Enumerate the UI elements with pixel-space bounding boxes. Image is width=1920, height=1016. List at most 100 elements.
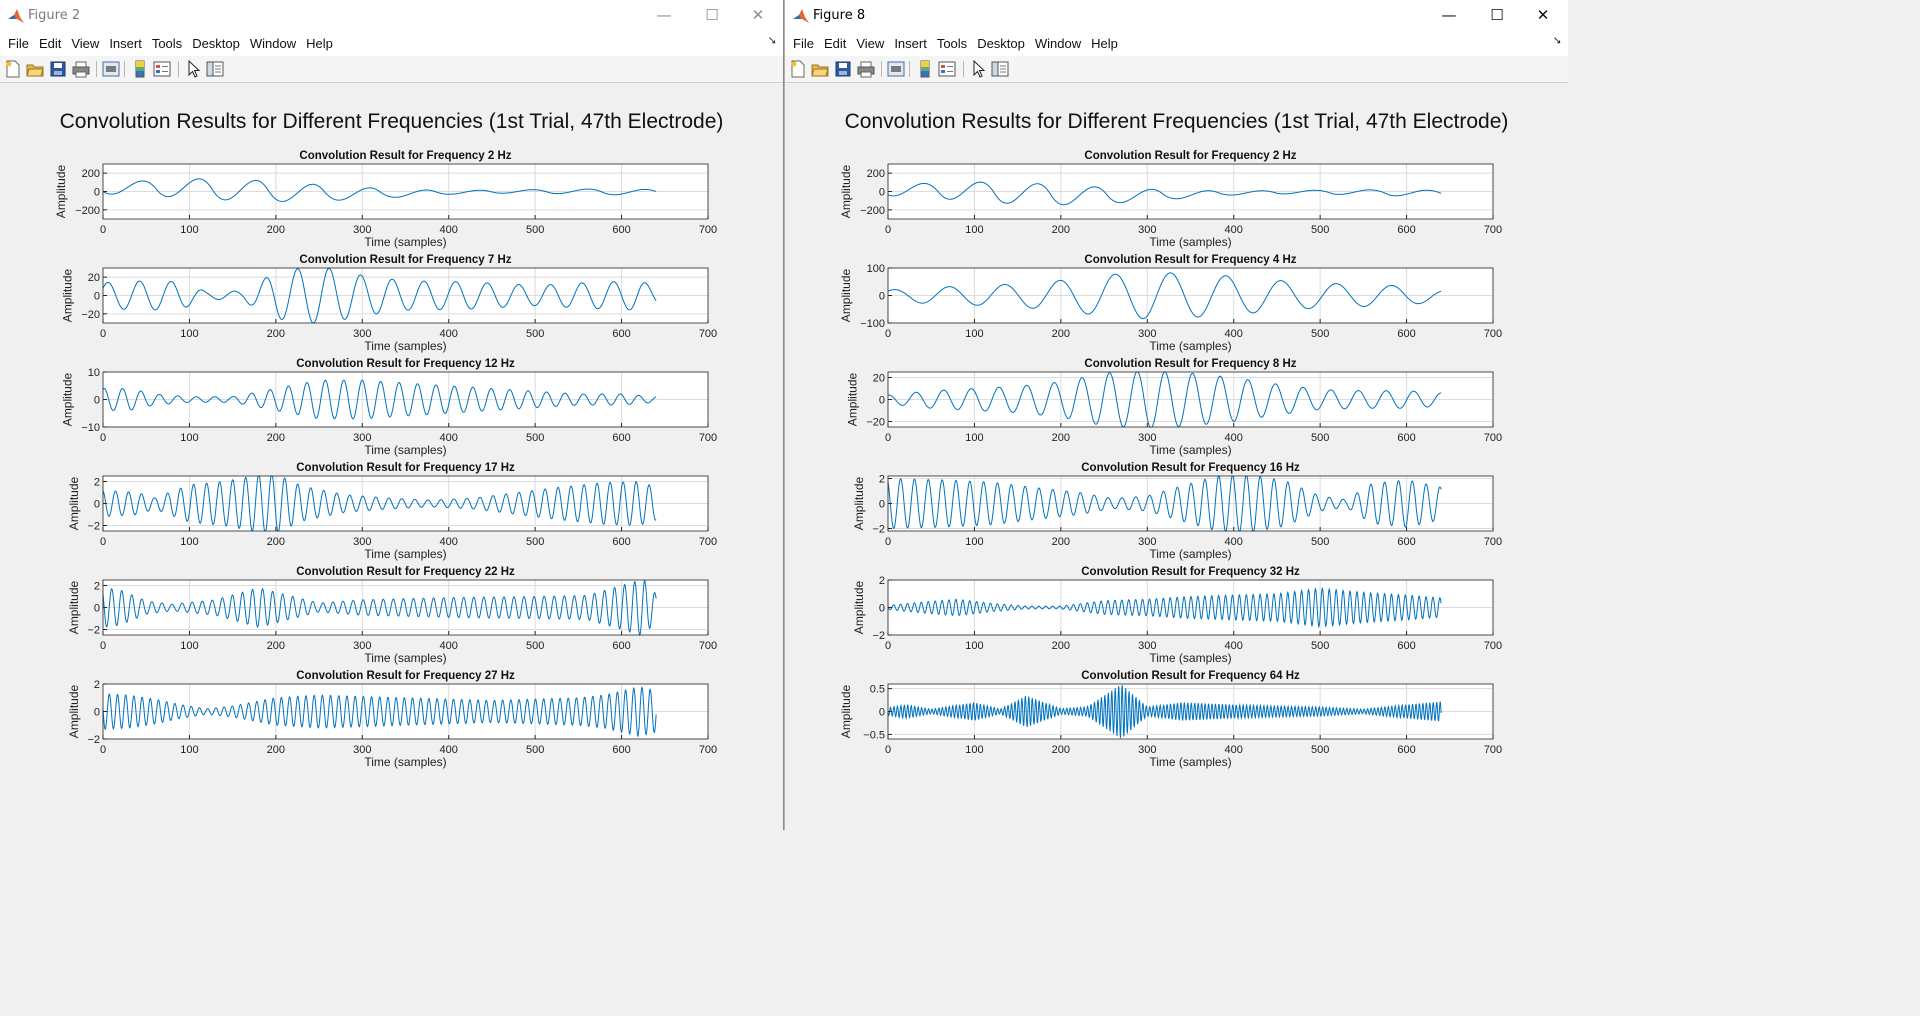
subplot-axes[interactable]: 0 100 200 300 400 500 600 700−202Convolution Re… [852,566,1502,665]
y-tick-label: −2 [872,524,885,536]
menu-edit[interactable]: Edit [34,32,66,56]
minimize-button[interactable]: — [641,0,687,32]
x-tick-label: 200 [1052,224,1070,236]
subplot-axes[interactable]: 0 100 200 300 400 500 600 700−202Convolution Re… [67,670,717,769]
pointer-icon[interactable] [185,60,203,78]
x-tick-label: 200 [1052,640,1070,652]
subplot-axes[interactable]: 0 100 200 300 400 500 600 700−202Convolution Re… [67,462,717,561]
legend-icon[interactable] [153,60,171,78]
title-bar[interactable]: Figure 2 — ☐ ✕ [0,0,783,32]
menu-insert[interactable]: Insert [889,32,932,56]
subplot-axes[interactable]: 0 100 200 300 400 500 600 700−0.500.5Convolutio… [839,670,1502,769]
x-tick-label: 600 [612,328,630,340]
x-tick-label: 500 [1311,224,1329,236]
y-tick-label: −2 [872,630,885,642]
toolbar-separator [881,61,882,77]
y-axis-label: Amplitude [67,581,81,635]
y-tick-label: 2 [879,575,885,587]
title-bar[interactable]: Figure 8 — ☐ ✕ [785,0,1568,32]
x-axis-label: Time (samples) [364,235,446,249]
legend-icon[interactable] [938,60,956,78]
y-axis-label: Amplitude [67,477,81,531]
x-tick-label: 700 [1484,328,1502,340]
x-tick-label: 700 [699,536,717,548]
x-tick-label: 500 [526,536,544,548]
new-figure-icon[interactable] [4,60,22,78]
x-tick-label: 100 [180,328,198,340]
figure-window-8[interactable]: Figure 8 — ☐ ✕ File Edit View Insert Tools De… [784,0,1568,830]
dock-figure-icon[interactable]: ➘ [768,34,777,47]
print-preview-icon[interactable] [887,60,905,78]
subplot-axes[interactable]: 0 100 200 300 400 500 600 700−1000100Convolutio… [839,254,1502,353]
colorbar-icon[interactable] [131,60,149,78]
save-icon[interactable] [834,60,852,78]
print-icon[interactable] [72,60,90,78]
subplot-axes[interactable]: 0 100 200 300 400 500 600 700−2000200Convolutio… [54,150,717,249]
maximize-button[interactable]: ☐ [1474,0,1520,32]
menu-edit[interactable]: Edit [819,32,851,56]
property-editor-icon[interactable] [206,60,224,78]
menu-file[interactable]: File [3,32,34,56]
y-tick-label: −0.5 [863,729,885,741]
property-editor-icon[interactable] [991,60,1009,78]
figure-window-2[interactable]: Figure 2 — ☐ ✕ File Edit View Insert Tools De… [0,0,784,830]
x-tick-label: 200 [267,744,285,756]
new-figure-icon[interactable] [789,60,807,78]
x-tick-label: 700 [1484,536,1502,548]
x-tick-label: 700 [699,328,717,340]
x-tick-label: 100 [180,432,198,444]
subplot-axes[interactable]: 0 100 200 300 400 500 600 700−20020Convolution … [61,254,718,353]
x-tick-label: 100 [180,224,198,236]
menu-desktop[interactable]: Desktop [187,32,245,56]
menu-window[interactable]: Window [245,32,301,56]
maximize-button[interactable]: ☐ [689,0,735,32]
subplot-title: Convolution Result for Frequency 2 Hz [299,150,511,162]
menu-tools[interactable]: Tools [147,32,187,56]
x-axis-label: Time (samples) [1149,651,1231,665]
x-tick-label: 700 [699,744,717,756]
menu-help[interactable]: Help [301,32,338,56]
menu-help[interactable]: Help [1086,32,1123,56]
x-tick-label: 0 [100,640,106,652]
close-button[interactable]: ✕ [735,0,781,32]
y-tick-label: −10 [81,422,100,434]
subplot-title: Convolution Result for Frequency 17 Hz [296,462,515,474]
print-icon[interactable] [857,60,875,78]
menu-view[interactable]: View [851,32,889,56]
y-tick-label: 0 [879,707,885,719]
save-icon[interactable] [49,60,67,78]
open-icon[interactable] [26,60,44,78]
menu-tools[interactable]: Tools [932,32,972,56]
matlab-icon [793,9,809,23]
x-tick-label: 0 [100,744,106,756]
y-tick-label: 0 [879,291,885,303]
colorbar-icon[interactable] [916,60,934,78]
x-tick-label: 700 [1484,640,1502,652]
pointer-icon[interactable] [970,60,988,78]
subplot-axes[interactable]: 0 100 200 300 400 500 600 700−20020Convolution … [846,358,1503,457]
print-preview-icon[interactable] [102,60,120,78]
x-tick-label: 600 [1397,224,1415,236]
menu-view[interactable]: View [66,32,104,56]
subplot-title: Convolution Result for Frequency 7 Hz [299,254,511,266]
open-icon[interactable] [811,60,829,78]
menu-desktop[interactable]: Desktop [972,32,1030,56]
close-button[interactable]: ✕ [1520,0,1566,32]
subplot-axes[interactable]: 0 100 200 300 400 500 600 700−202Convolution Re… [67,566,717,665]
x-tick-label: 200 [267,432,285,444]
subplot-title: Convolution Result for Frequency 22 Hz [296,566,515,578]
dock-figure-icon[interactable]: ➘ [1553,34,1562,47]
menu-insert[interactable]: Insert [104,32,147,56]
y-axis-label: Amplitude [61,269,75,323]
subplot-axes[interactable]: 0 100 200 300 400 500 600 700−202Convolution Re… [852,462,1502,561]
y-tick-label: −20 [81,309,100,321]
subplot-axes[interactable]: 0 100 200 300 400 500 600 700−10010Convolution … [61,358,718,457]
x-tick-label: 0 [100,224,106,236]
x-tick-label: 200 [267,640,285,652]
y-tick-label: 0.5 [870,684,885,696]
menu-file[interactable]: File [788,32,819,56]
menu-window[interactable]: Window [1030,32,1086,56]
y-tick-label: 0 [94,291,100,303]
subplot-axes[interactable]: 0 100 200 300 400 500 600 700−2000200Convolutio… [839,150,1502,249]
minimize-button[interactable]: — [1426,0,1472,32]
